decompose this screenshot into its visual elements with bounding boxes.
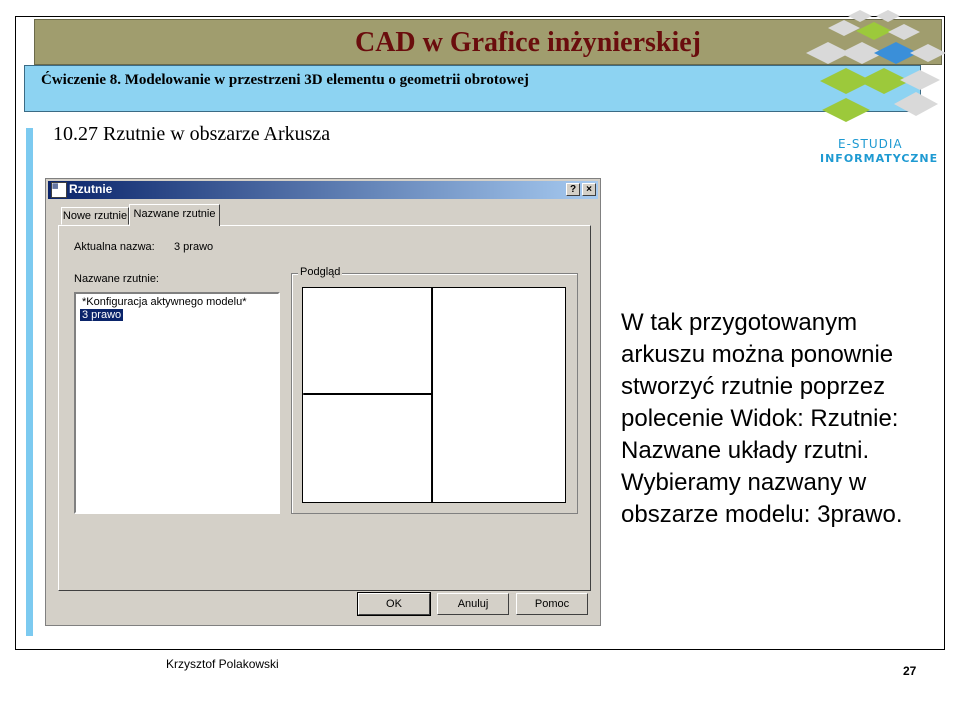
section-heading: 10.27 Rzutnie w obszarze Arkusza <box>53 123 331 145</box>
tab-named-viewports[interactable]: Nazwane rzutnie <box>129 204 220 226</box>
footer-author: Krzysztof Polakowski <box>166 657 279 671</box>
slide-subtitle: Ćwiczenie 8. Modelowanie w przestrzeni 3… <box>41 72 529 88</box>
ok-button[interactable]: OK <box>357 592 431 616</box>
current-name-label: Aktualna nazwa: <box>74 241 155 253</box>
close-icon[interactable]: × <box>582 183 596 196</box>
named-viewports-list[interactable]: *Konfiguracja aktywnego modelu* 3 prawo <box>74 292 280 514</box>
body-text: W tak przygotowanym arkuszu można ponown… <box>621 309 903 528</box>
help-icon[interactable]: ? <box>566 183 580 196</box>
dialog-title-bar[interactable]: ▦ Rzutnie ? × <box>48 181 598 199</box>
subtitle-bar: Ćwiczenie 8. Modelowanie w przestrzeni 3… <box>24 65 921 112</box>
list-item[interactable]: *Konfiguracja aktywnego modelu* <box>80 296 249 308</box>
list-item-selected[interactable]: 3 prawo <box>78 308 125 322</box>
viewport-preview <box>302 287 566 503</box>
app-icon: ▦ <box>51 182 67 198</box>
preview-label: Podgląd <box>298 266 343 278</box>
cancel-button[interactable]: Anuluj <box>437 593 509 615</box>
help-button[interactable]: Pomoc <box>516 593 588 615</box>
tab-new-viewports[interactable]: Nowe rzutnie <box>61 207 129 225</box>
logo-text-line2: INFORMATYCZNE <box>820 152 939 165</box>
dialog-title: Rzutnie <box>69 182 113 196</box>
slide-title: CAD w Grafice inżynierskiej <box>354 27 702 58</box>
viewports-dialog: ▦ Rzutnie ? × Nowe rzutnie Nazwane rzutn… <box>45 178 601 626</box>
logo-text-line1: E-STUDIA <box>838 137 903 151</box>
accent-stripe <box>26 128 33 636</box>
named-viewports-label: Nazwane rzutnie: <box>74 273 159 285</box>
page-number: 27 <box>903 664 917 678</box>
current-name-value: 3 prawo <box>174 241 214 253</box>
